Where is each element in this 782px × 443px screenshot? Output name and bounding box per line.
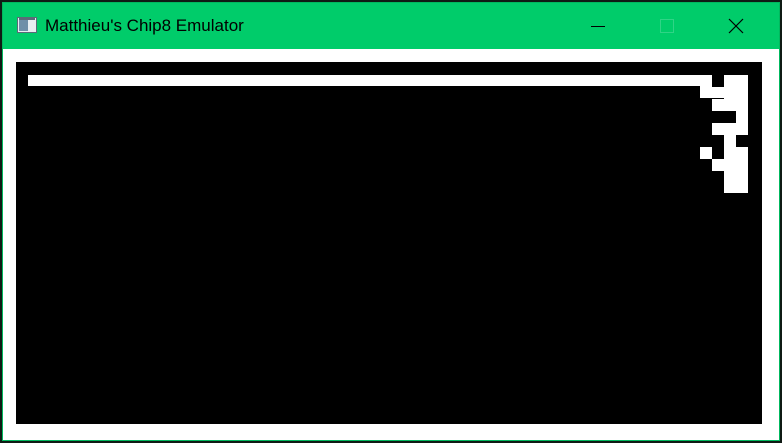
display-pixels bbox=[28, 75, 748, 193]
sprite-block bbox=[724, 75, 748, 87]
sprite-block bbox=[700, 147, 712, 159]
maximize-icon bbox=[660, 19, 674, 33]
sprite-block bbox=[712, 123, 736, 135]
sprite-block bbox=[736, 111, 748, 135]
sprite-block bbox=[724, 135, 736, 147]
title-bar[interactable]: Matthieu's Chip8 Emulator bbox=[3, 3, 779, 49]
close-icon bbox=[728, 18, 744, 34]
window-title: Matthieu's Chip8 Emulator bbox=[45, 16, 244, 35]
minimize-icon bbox=[591, 26, 605, 27]
sprite-block bbox=[712, 87, 724, 98]
sprite-block bbox=[724, 87, 748, 111]
maximize-button[interactable] bbox=[644, 3, 690, 49]
minimize-button[interactable] bbox=[575, 3, 621, 49]
sprite-block bbox=[700, 75, 712, 98]
sprite-block bbox=[724, 159, 748, 193]
sprite-block bbox=[712, 99, 724, 111]
chip8-display bbox=[16, 62, 762, 424]
sprite-block bbox=[712, 159, 724, 171]
app-window-icon bbox=[17, 17, 37, 33]
pixel-line bbox=[28, 75, 712, 86]
sprite-block bbox=[724, 147, 748, 159]
close-button[interactable] bbox=[713, 3, 759, 49]
client-area bbox=[3, 49, 779, 440]
emulator-window: Matthieu's Chip8 Emulator bbox=[2, 2, 780, 441]
